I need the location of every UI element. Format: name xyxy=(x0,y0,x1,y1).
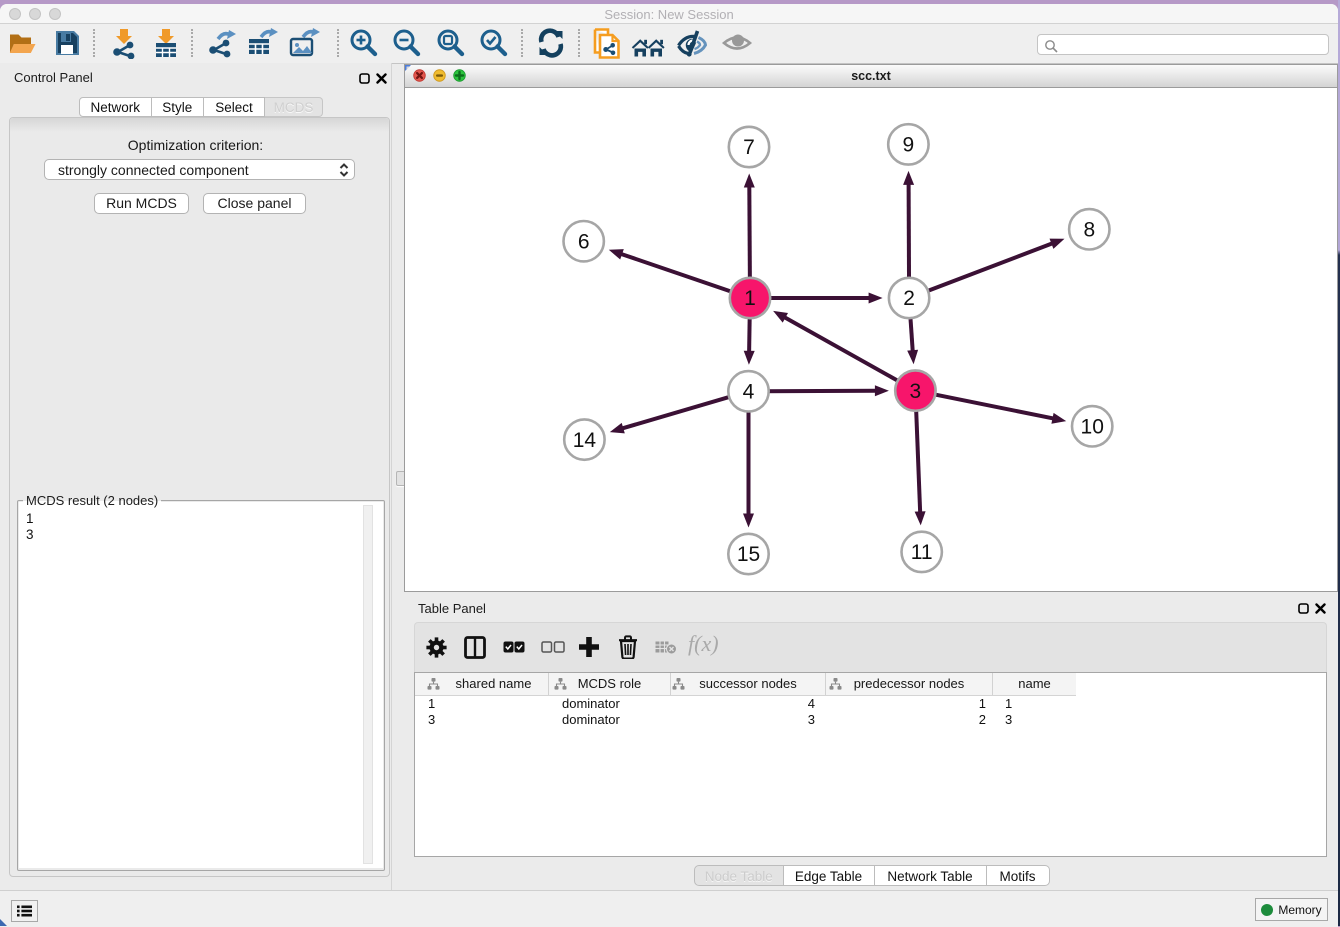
svg-text:6: 6 xyxy=(578,230,590,253)
svg-text:10: 10 xyxy=(1081,416,1104,439)
svg-text:9: 9 xyxy=(903,134,915,157)
svg-text:15: 15 xyxy=(737,543,760,566)
svg-text:11: 11 xyxy=(911,541,933,564)
svg-text:2: 2 xyxy=(903,287,915,310)
svg-text:7: 7 xyxy=(743,136,755,159)
svg-text:14: 14 xyxy=(573,429,597,452)
svg-text:8: 8 xyxy=(1083,219,1095,242)
svg-text:3: 3 xyxy=(910,380,922,403)
svg-text:4: 4 xyxy=(743,381,755,404)
svg-text:1: 1 xyxy=(744,287,756,310)
